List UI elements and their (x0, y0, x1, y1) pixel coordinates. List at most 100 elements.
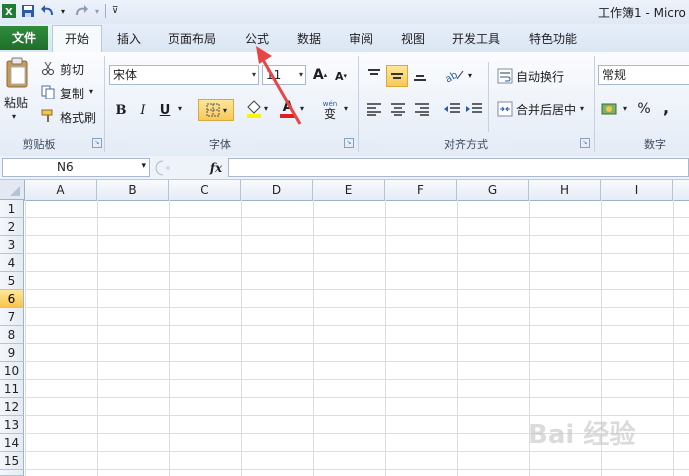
phonetic-dropdown-icon[interactable]: ▾ (344, 104, 348, 113)
tab-file[interactable]: 文件 (0, 26, 48, 50)
bold-button[interactable]: B (112, 101, 130, 119)
underline-button[interactable]: U (156, 101, 174, 119)
borders-icon (206, 103, 220, 117)
tab-review[interactable]: 审阅 (340, 28, 382, 50)
row-header-4[interactable]: 4 (0, 254, 24, 272)
wrap-text-label[interactable]: 自动换行 (516, 68, 564, 85)
row-header-13[interactable]: 13 (0, 416, 24, 434)
percent-style-button[interactable]: % (634, 100, 654, 118)
align-left-icon[interactable] (364, 100, 384, 118)
undo-icon[interactable] (40, 3, 56, 19)
copy-dropdown-icon[interactable]: ▾ (89, 87, 93, 96)
column-header-b[interactable]: B (97, 180, 169, 200)
group-divider (104, 56, 105, 152)
paste-label[interactable]: 粘贴 (4, 94, 28, 111)
merge-center-dropdown-icon[interactable]: ▾ (580, 104, 584, 113)
row-header-16[interactable] (0, 470, 24, 476)
row-header-2[interactable]: 2 (0, 218, 24, 236)
column-header-a[interactable]: A (25, 180, 97, 200)
alignment-group-label: 对齐方式 (444, 138, 488, 151)
number-group-label: 数字 (644, 138, 666, 151)
redo-dropdown-icon[interactable]: ▾ (92, 3, 102, 19)
column-header-e[interactable]: E (313, 180, 385, 200)
align-bottom-icon[interactable] (410, 66, 430, 84)
redo-icon[interactable] (74, 3, 90, 19)
row-header-11[interactable]: 11 (0, 380, 24, 398)
increase-indent-icon[interactable] (464, 100, 484, 118)
paste-icon[interactable] (2, 56, 32, 90)
row-header-12[interactable]: 12 (0, 398, 24, 416)
shrink-font-icon[interactable]: A ▾ (332, 68, 350, 84)
column-header-f[interactable]: F (385, 180, 457, 200)
row-header-1[interactable]: 1 (0, 200, 24, 218)
number-format-combo[interactable]: 常规 (598, 65, 689, 85)
insert-function-icon[interactable]: fx (206, 159, 226, 176)
orientation-dropdown-icon[interactable]: ▾ (468, 71, 472, 80)
column-header-c[interactable]: C (169, 180, 241, 200)
tab-view[interactable]: 视图 (392, 28, 434, 50)
phonetic-guide-icon[interactable]: wén 变 (318, 98, 342, 122)
svg-text:ab: ab (443, 70, 459, 83)
borders-button[interactable]: ▾ (198, 99, 234, 121)
row-header-15[interactable]: 15 (0, 452, 24, 470)
font-name-combo[interactable]: 宋体 ▾ (109, 65, 259, 85)
tab-developer[interactable]: 开发工具 (444, 28, 508, 50)
wrap-text-icon[interactable] (496, 67, 514, 85)
watermark: Bai 经验 (528, 420, 636, 450)
font-name-value: 宋体 (113, 68, 138, 82)
name-box[interactable]: N6 ▾ (2, 158, 150, 177)
undo-dropdown-icon[interactable]: ▾ (58, 3, 68, 19)
cut-icon[interactable] (40, 60, 56, 76)
tab-page-layout[interactable]: 页面布局 (160, 28, 224, 50)
merge-center-label[interactable]: 合并后居中 (516, 101, 576, 118)
tab-insert[interactable]: 插入 (108, 28, 150, 50)
format-painter-icon[interactable] (40, 108, 56, 124)
column-header-g[interactable]: G (457, 180, 529, 200)
row-header-9[interactable]: 9 (0, 344, 24, 362)
annotation-arrow-icon (256, 46, 302, 125)
italic-button[interactable]: I (134, 101, 152, 119)
toolbar-divider (104, 3, 106, 19)
customize-toolbar-icon[interactable]: ⊽ (110, 3, 120, 19)
accounting-format-icon[interactable] (600, 99, 622, 119)
save-icon[interactable] (20, 3, 36, 19)
borders-dropdown-icon[interactable]: ▾ (223, 106, 227, 115)
formula-bar-resize-icon[interactable] (152, 159, 176, 176)
column-header-d[interactable]: D (241, 180, 313, 200)
name-box-dropdown-icon[interactable]: ▾ (141, 161, 146, 171)
accounting-dropdown-icon[interactable]: ▾ (623, 104, 627, 113)
row-header-5[interactable]: 5 (0, 272, 24, 290)
tab-home[interactable]: 开始 (52, 25, 102, 53)
align-middle-icon[interactable] (386, 65, 408, 87)
select-all-corner[interactable] (0, 180, 25, 200)
align-top-icon[interactable] (364, 66, 384, 84)
paste-dropdown-icon[interactable]: ▾ (12, 112, 16, 121)
comma-style-button[interactable]: , (658, 98, 674, 117)
row-header-8[interactable]: 8 (0, 326, 24, 344)
column-header-i[interactable]: I (601, 180, 673, 200)
column-header-h[interactable]: H (529, 180, 601, 200)
row-header-3[interactable]: 3 (0, 236, 24, 254)
format-painter-label[interactable]: 格式刷 (60, 109, 96, 126)
row-header-14[interactable]: 14 (0, 434, 24, 452)
copy-icon[interactable] (40, 84, 56, 100)
copy-label[interactable]: 复制 (60, 85, 84, 102)
alignment-launcher-icon[interactable]: ↘ (580, 138, 590, 148)
grow-font-icon[interactable]: A ▴ (310, 66, 330, 84)
row-header-10[interactable]: 10 (0, 362, 24, 380)
font-launcher-icon[interactable]: ↘ (344, 138, 354, 148)
tab-special-features[interactable]: 特色功能 (518, 28, 588, 50)
cut-label[interactable]: 剪切 (60, 61, 84, 78)
decrease-indent-icon[interactable] (442, 100, 462, 118)
clipboard-launcher-icon[interactable]: ↘ (92, 138, 102, 148)
formula-input[interactable] (228, 158, 689, 177)
underline-dropdown-icon[interactable]: ▾ (178, 104, 182, 113)
row-header-7[interactable]: 7 (0, 308, 24, 326)
orientation-icon[interactable]: ab (442, 66, 466, 84)
merge-center-icon[interactable] (496, 100, 514, 118)
group-divider (488, 62, 489, 132)
row-header-6[interactable]: 6 (0, 290, 24, 308)
align-center-icon[interactable] (388, 100, 408, 118)
align-right-icon[interactable] (412, 100, 432, 118)
name-box-value: N6 (57, 160, 74, 174)
